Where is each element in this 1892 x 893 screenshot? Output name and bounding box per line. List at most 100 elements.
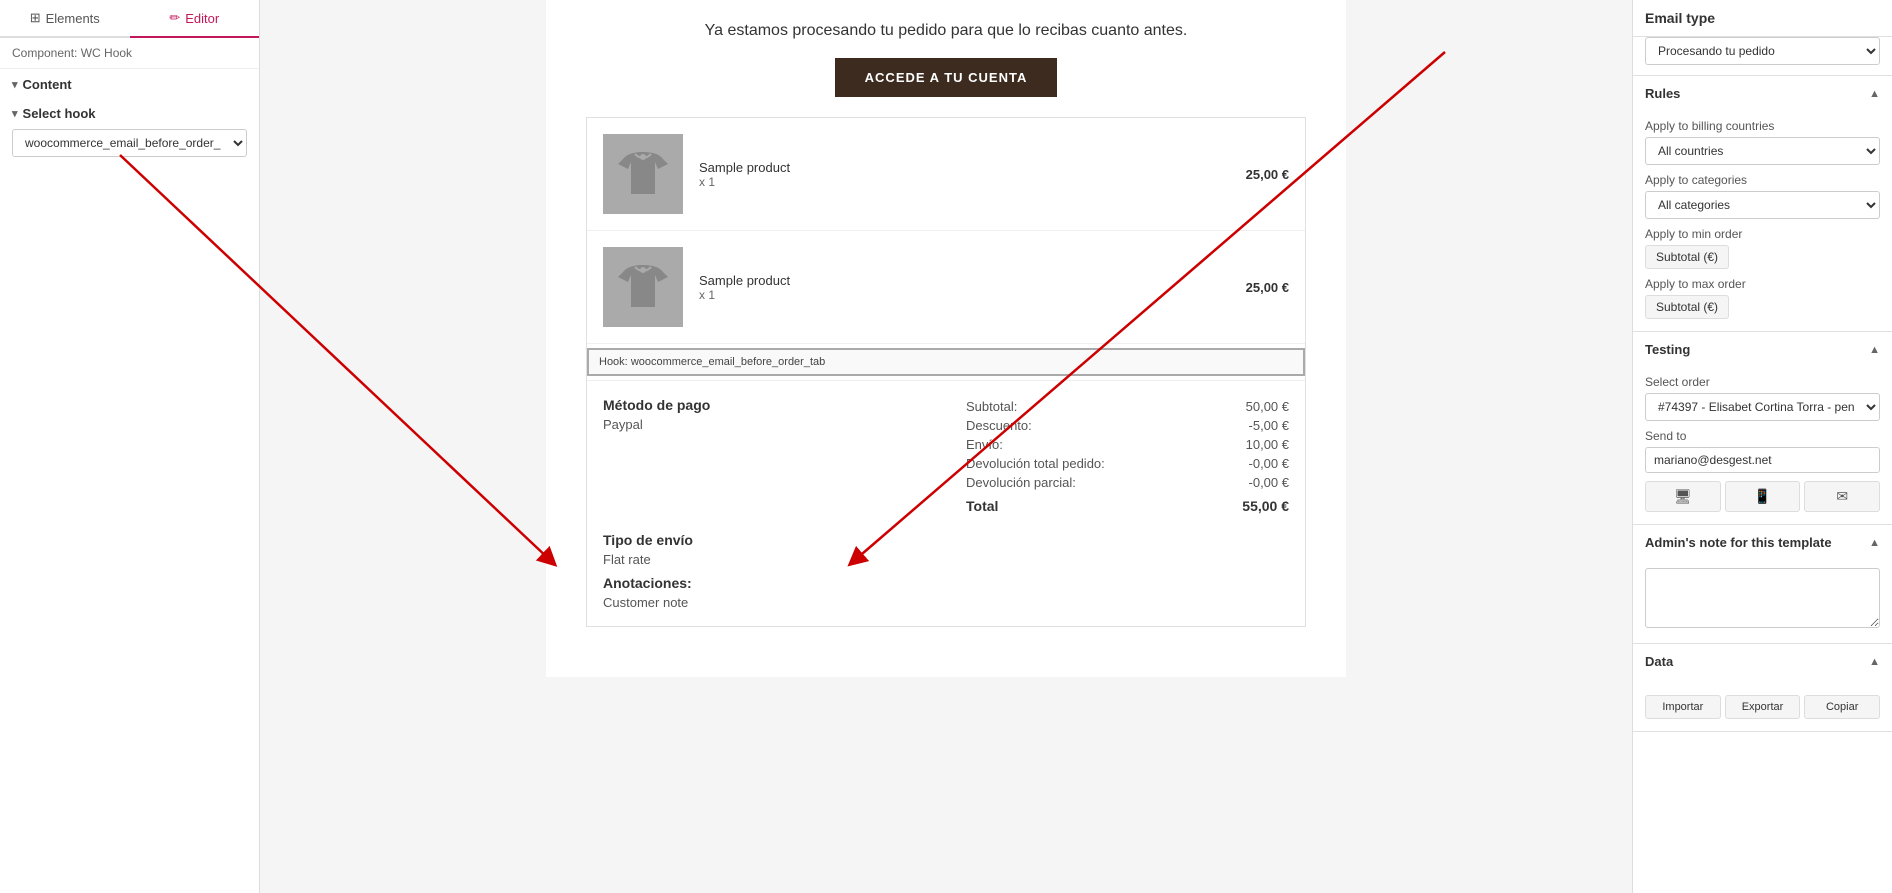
max-order-subtotal-btn[interactable]: Subtotal (€) (1645, 295, 1729, 319)
device-email-btn[interactable]: ✉ (1804, 481, 1880, 512)
admin-note-section: Admin's note for this template ▲ (1633, 525, 1892, 644)
product-info-2: Sample product x 1 (699, 273, 1230, 302)
email-type-section: Email type Procesando tu pedido (1633, 0, 1892, 76)
product-name-1: Sample product (699, 160, 1230, 175)
shipping-title: Tipo de envío (603, 532, 1289, 548)
select-order-label: Select order (1645, 375, 1880, 389)
data-arrow-icon: ▲ (1869, 656, 1880, 668)
payment-title: Método de pago (603, 397, 926, 413)
device-desktop-btn[interactable]: 🖥 (1645, 481, 1721, 512)
email-preview: Ya estamos procesando tu pedido para que… (260, 0, 1632, 893)
testing-section: Testing ▲ Select order #74397 - Elisabet… (1633, 332, 1892, 525)
admin-note-arrow-icon: ▲ (1869, 537, 1880, 549)
data-section-header[interactable]: Data ▲ (1633, 644, 1892, 679)
hook-overlay-label: Hook: (599, 356, 628, 368)
totals-row-envio: Envío:10,00 € (966, 435, 1289, 454)
device-mobile-btn[interactable]: 📱 (1725, 481, 1801, 512)
categories-select[interactable]: All categories (1645, 191, 1880, 219)
totals-row-devolucion-total: Devolución total pedido:-0,00 € (966, 454, 1289, 473)
totals-row-devolucion-parcial: Devolución parcial:-0,00 € (966, 473, 1289, 492)
product-qty-1: x 1 (699, 175, 1230, 189)
send-to-label: Send to (1645, 429, 1880, 443)
shipping-method: Flat rate (603, 552, 1289, 567)
export-btn[interactable]: Exportar (1725, 695, 1801, 719)
left-panel: ⊞ Elements ✏ Editor Component: WC Hook C… (0, 0, 260, 893)
right-panel: Email type Procesando tu pedido Rules ▲ … (1632, 0, 1892, 893)
data-section: Data ▲ Importar Exportar Copiar (1633, 644, 1892, 732)
tab-elements-label: Elements (46, 11, 100, 26)
elements-icon: ⊞ (30, 10, 41, 26)
email-body: Ya estamos procesando tu pedido para que… (546, 0, 1346, 677)
notes-section: Anotaciones: Customer note (587, 575, 1305, 626)
select-hook-header[interactable]: Select hook (0, 100, 259, 125)
billing-countries-select[interactable]: All countries (1645, 137, 1880, 165)
order-item: Sample product x 1 25,00 € (587, 231, 1305, 344)
admin-note-label: Admin's note for this template (1645, 535, 1832, 550)
admin-note-textarea[interactable] (1645, 568, 1880, 628)
product-name-2: Sample product (699, 273, 1230, 288)
rules-label: Rules (1645, 86, 1680, 101)
data-label: Data (1645, 654, 1673, 669)
email-icon: ✉ (1836, 488, 1848, 504)
product-qty-2: x 1 (699, 288, 1230, 302)
payment-method: Paypal (603, 417, 926, 432)
testing-arrow-icon: ▲ (1869, 344, 1880, 356)
data-action-buttons: Importar Exportar Copiar (1645, 695, 1880, 719)
testing-label: Testing (1645, 342, 1690, 357)
rules-section: Rules ▲ Apply to billing countries All c… (1633, 76, 1892, 332)
order-summary: Método de pago Paypal Subtotal:50,00 € D… (587, 380, 1305, 532)
product-image (603, 134, 683, 214)
tab-editor[interactable]: ✏ Editor (130, 0, 260, 38)
product-price-2: 25,00 € (1246, 280, 1289, 295)
totals-table: Subtotal:50,00 € Descuento:-5,00 € Envío… (966, 397, 1289, 516)
product-price-1: 25,00 € (1246, 167, 1289, 182)
email-header-text: Ya estamos procesando tu pedido para que… (586, 20, 1306, 42)
select-hook-label: Select hook (23, 106, 96, 121)
hook-select[interactable]: woocommerce_email_before_order_ (12, 129, 247, 157)
component-label: Component: WC Hook (0, 38, 259, 69)
main-preview: Ya estamos procesando tu pedido para que… (260, 0, 1632, 893)
tab-editor-label: Editor (185, 11, 219, 26)
notes-text: Customer note (603, 595, 1289, 610)
admin-note-header[interactable]: Admin's note for this template ▲ (1633, 525, 1892, 560)
order-item: Sample product x 1 25,00 € (587, 118, 1305, 231)
hook-overlay-value: woocommerce_email_before_order_tab (631, 356, 825, 368)
payment-info: Método de pago Paypal (603, 397, 926, 516)
order-items: Sample product x 1 25,00 € (586, 117, 1306, 627)
notes-title: Anotaciones: (603, 575, 1289, 591)
admin-note-content (1633, 560, 1892, 643)
rules-content: Apply to billing countries All countries… (1633, 111, 1892, 331)
tabs: ⊞ Elements ✏ Editor (0, 0, 259, 38)
data-content: Importar Exportar Copiar (1633, 679, 1892, 731)
rules-section-header[interactable]: Rules ▲ (1633, 76, 1892, 111)
testing-content: Select order #74397 - Elisabet Cortina T… (1633, 367, 1892, 524)
totals-row-total: Total55,00 € (966, 496, 1289, 516)
copy-btn[interactable]: Copiar (1804, 695, 1880, 719)
hook-overlay: Hook: woocommerce_email_before_order_tab (587, 348, 1305, 376)
max-order-label: Apply to max order (1645, 277, 1880, 291)
account-button[interactable]: ACCEDE A TU CUENTA (835, 58, 1058, 97)
testing-section-header[interactable]: Testing ▲ (1633, 332, 1892, 367)
categories-label: Apply to categories (1645, 173, 1880, 187)
desktop-icon: 🖥 (1674, 488, 1692, 504)
product-image-2 (603, 247, 683, 327)
content-section-header[interactable]: Content (0, 69, 259, 100)
tab-elements[interactable]: ⊞ Elements (0, 0, 130, 36)
product-info: Sample product x 1 (699, 160, 1230, 189)
send-to-input[interactable] (1645, 447, 1880, 473)
select-order-select[interactable]: #74397 - Elisabet Cortina Torra - pendir (1645, 393, 1880, 421)
editor-icon: ✏ (169, 10, 180, 26)
billing-countries-label: Apply to billing countries (1645, 119, 1880, 133)
rules-arrow-icon: ▲ (1869, 88, 1880, 100)
mobile-icon: 📱 (1754, 488, 1771, 504)
device-buttons: 🖥 📱 ✉ (1645, 481, 1880, 512)
min-order-subtotal-btn[interactable]: Subtotal (€) (1645, 245, 1729, 269)
min-order-label: Apply to min order (1645, 227, 1880, 241)
totals-row-subtotal: Subtotal:50,00 € (966, 397, 1289, 416)
email-type-header: Email type (1633, 0, 1892, 37)
shipping-info: Tipo de envío Flat rate (587, 532, 1305, 575)
email-type-select[interactable]: Procesando tu pedido (1645, 37, 1880, 65)
totals-row-descuento: Descuento:-5,00 € (966, 416, 1289, 435)
content-label: Content (23, 77, 72, 92)
import-btn[interactable]: Importar (1645, 695, 1721, 719)
